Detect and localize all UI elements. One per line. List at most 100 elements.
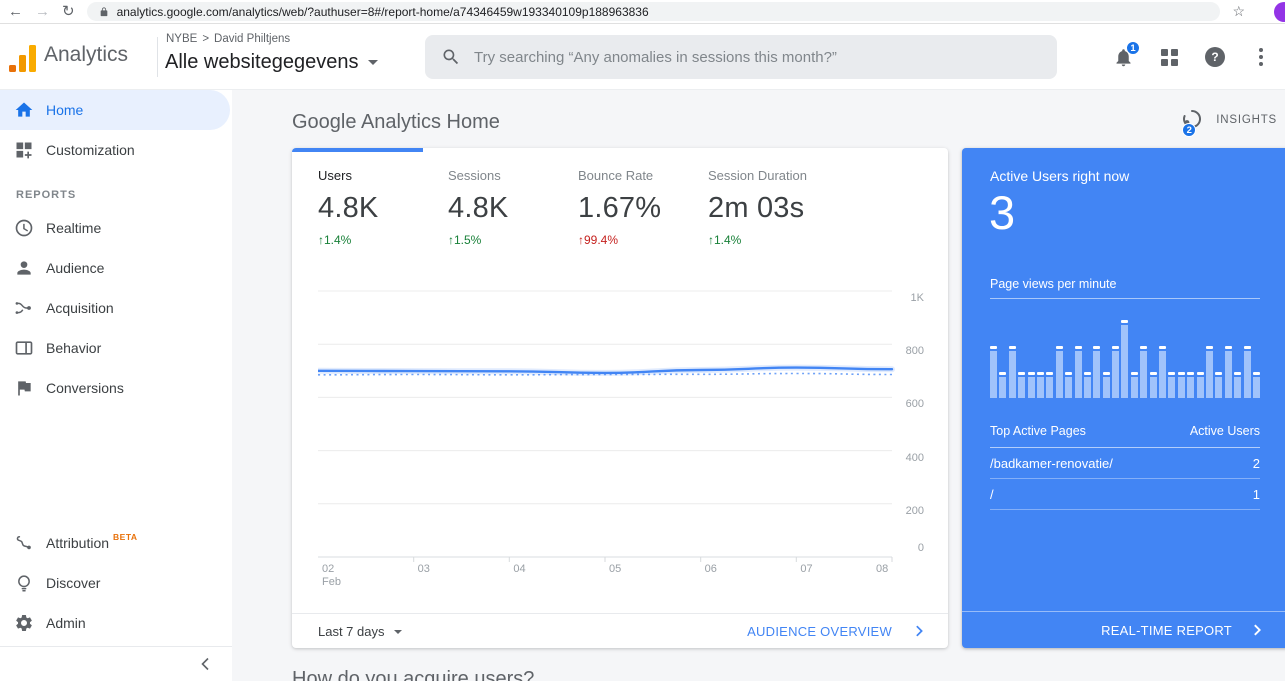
x-axis-label: 02 Feb bbox=[322, 563, 341, 588]
sidebar-item-discover[interactable]: Discover bbox=[0, 563, 232, 603]
breadcrumb[interactable]: NYBE > David Philtjens bbox=[166, 33, 290, 45]
pageviews-bar bbox=[1036, 372, 1044, 398]
pageviews-bar bbox=[1008, 346, 1016, 398]
browser-back-icon[interactable]: ← bbox=[8, 4, 23, 19]
audience-overview-label: AUDIENCE OVERVIEW bbox=[747, 623, 892, 639]
overview-card: Users 4.8K ↑1.4% Sessions 4.8K ↑1.5% Bou… bbox=[292, 148, 948, 648]
column-header-pages: Top Active Pages bbox=[990, 424, 1086, 438]
sidebar-item-label: Acquisition bbox=[46, 300, 114, 316]
help-icon: ? bbox=[1205, 47, 1225, 67]
metric-tab-session-duration[interactable]: Session Duration 2m 03s ↑1.4% bbox=[708, 168, 838, 247]
pageviews-bar bbox=[1074, 346, 1082, 398]
sidebar-item-conversions[interactable]: Conversions bbox=[0, 368, 232, 408]
apps-grid-button[interactable] bbox=[1157, 45, 1181, 69]
pageviews-bar-chart bbox=[990, 312, 1260, 398]
address-bar[interactable]: analytics.google.com/analytics/web/?auth… bbox=[86, 2, 1221, 21]
sidebar-item-customization[interactable]: Customization bbox=[0, 130, 232, 170]
pageviews-bar bbox=[1177, 372, 1185, 398]
metric-delta: ↑99.4% bbox=[578, 233, 619, 247]
x-axis-label: 04 bbox=[513, 563, 526, 575]
notifications-button[interactable]: 1 bbox=[1111, 41, 1140, 69]
chevron-right-icon bbox=[1254, 624, 1261, 636]
browser-forward-icon[interactable]: → bbox=[35, 4, 50, 19]
view-selector[interactable]: Alle websitegegevens bbox=[165, 51, 379, 74]
audience-overview-link[interactable]: AUDIENCE OVERVIEW bbox=[747, 624, 926, 639]
top-active-pages-table: Top Active Pages Active Users /badkamer-… bbox=[990, 424, 1260, 510]
sidebar-item-home[interactable]: Home bbox=[0, 90, 230, 130]
sidebar-item-label: Conversions bbox=[46, 380, 124, 396]
metric-value: 4.8K bbox=[318, 192, 379, 224]
active-users-value: 1 bbox=[1252, 487, 1260, 502]
product-name: Analytics bbox=[44, 43, 129, 66]
more-menu-button[interactable] bbox=[1249, 45, 1273, 69]
insights-button[interactable]: 2 INSIGHTS bbox=[1180, 107, 1277, 137]
help-button[interactable]: ? bbox=[1203, 45, 1227, 69]
realtime-report-link[interactable]: REAL-TIME REPORT bbox=[962, 611, 1285, 648]
pageviews-label: Page views per minute bbox=[990, 277, 1117, 291]
pageviews-bar bbox=[1083, 372, 1091, 398]
search-bar[interactable] bbox=[425, 35, 1057, 79]
breadcrumb-account[interactable]: NYBE bbox=[166, 33, 197, 45]
header-icons: 1 ? bbox=[1111, 24, 1273, 90]
metric-value: 1.67% bbox=[578, 192, 662, 224]
metric-label: Users bbox=[318, 168, 352, 183]
metric-tab-bounce-rate[interactable]: Bounce Rate 1.67% ↑99.4% bbox=[578, 168, 708, 247]
reports-section-label: REPORTS bbox=[16, 189, 77, 201]
column-header-users: Active Users bbox=[1189, 424, 1260, 438]
sidebar-item-label: Admin bbox=[46, 615, 86, 631]
search-input[interactable] bbox=[474, 48, 1041, 66]
sidebar: Home Customization REPORTS Realtime Audi… bbox=[0, 90, 232, 681]
page-path: / bbox=[990, 487, 994, 502]
sidebar-item-behavior[interactable]: Behavior bbox=[0, 328, 232, 368]
x-axis-label: 06 bbox=[704, 563, 717, 575]
pageviews-bar bbox=[1046, 372, 1054, 398]
metric-tab-users[interactable]: Users 4.8K ↑1.4% bbox=[318, 168, 448, 247]
collapse-sidebar-icon[interactable] bbox=[198, 656, 214, 672]
browser-refresh-icon[interactable]: ↻ bbox=[62, 4, 75, 19]
url-text: analytics.google.com/analytics/web/?auth… bbox=[116, 4, 649, 19]
insights-badge: 2 bbox=[1182, 123, 1197, 137]
metric-label: Session Duration bbox=[708, 168, 807, 183]
breadcrumb-property[interactable]: David Philtjens bbox=[214, 33, 290, 45]
pageviews-bar bbox=[1224, 346, 1232, 398]
x-axis-label: 03 bbox=[417, 563, 430, 575]
metric-delta: ↑1.5% bbox=[448, 233, 482, 247]
lock-icon bbox=[100, 6, 107, 16]
table-row: / 1 bbox=[990, 479, 1260, 510]
sidebar-item-admin[interactable]: Admin bbox=[0, 603, 232, 643]
insights-label: INSIGHTS bbox=[1216, 114, 1277, 126]
overview-card-footer: Last 7 days AUDIENCE OVERVIEW bbox=[292, 613, 948, 648]
date-range-dropdown[interactable]: Last 7 days bbox=[318, 624, 402, 639]
sidebar-item-audience[interactable]: Audience bbox=[0, 248, 232, 288]
selected-metric-indicator bbox=[292, 148, 423, 152]
next-section-title: How do you acquire users? bbox=[292, 668, 535, 681]
date-range-label: Last 7 days bbox=[318, 623, 385, 639]
bookmark-star-icon[interactable]: ☆ bbox=[1232, 3, 1245, 20]
logo-bar-medium bbox=[19, 55, 26, 72]
pageviews-bar bbox=[1093, 346, 1101, 398]
browser-profile-avatar[interactable] bbox=[1274, 2, 1285, 22]
sidebar-item-acquisition[interactable]: Acquisition bbox=[0, 288, 232, 328]
analytics-logo-icon[interactable] bbox=[9, 42, 36, 72]
y-axis-label: 400 bbox=[905, 451, 924, 464]
active-users-count: 3 bbox=[989, 186, 1016, 239]
view-selector-label[interactable]: Alle websitegegevens bbox=[165, 51, 358, 74]
metric-tab-sessions[interactable]: Sessions 4.8K ↑1.5% bbox=[448, 168, 578, 247]
logo-bar-small bbox=[9, 65, 16, 72]
table-header: Top Active Pages Active Users bbox=[990, 424, 1260, 448]
sidebar-item-realtime[interactable]: Realtime bbox=[0, 208, 232, 248]
pageviews-bar bbox=[1234, 372, 1242, 398]
sidebar-item-attribution[interactable]: Attribution BETA bbox=[0, 523, 232, 563]
y-axis-label: 600 bbox=[905, 398, 924, 411]
apps-grid-icon bbox=[1160, 48, 1178, 66]
metric-tabs: Users 4.8K ↑1.4% Sessions 4.8K ↑1.5% Bou… bbox=[318, 168, 838, 247]
pageviews-bar bbox=[1018, 372, 1026, 398]
sidebar-item-label: Realtime bbox=[46, 220, 102, 236]
notifications-badge: 1 bbox=[1126, 41, 1140, 55]
metric-label: Bounce Rate bbox=[578, 168, 654, 183]
pageviews-bar bbox=[1205, 346, 1213, 398]
browser-toolbar: ← → ↻ analytics.google.com/analytics/web… bbox=[0, 0, 1285, 24]
sidebar-item-label: Customization bbox=[46, 142, 135, 158]
pageviews-bar bbox=[1243, 346, 1251, 398]
sidebar-item-label: Behavior bbox=[46, 340, 102, 356]
